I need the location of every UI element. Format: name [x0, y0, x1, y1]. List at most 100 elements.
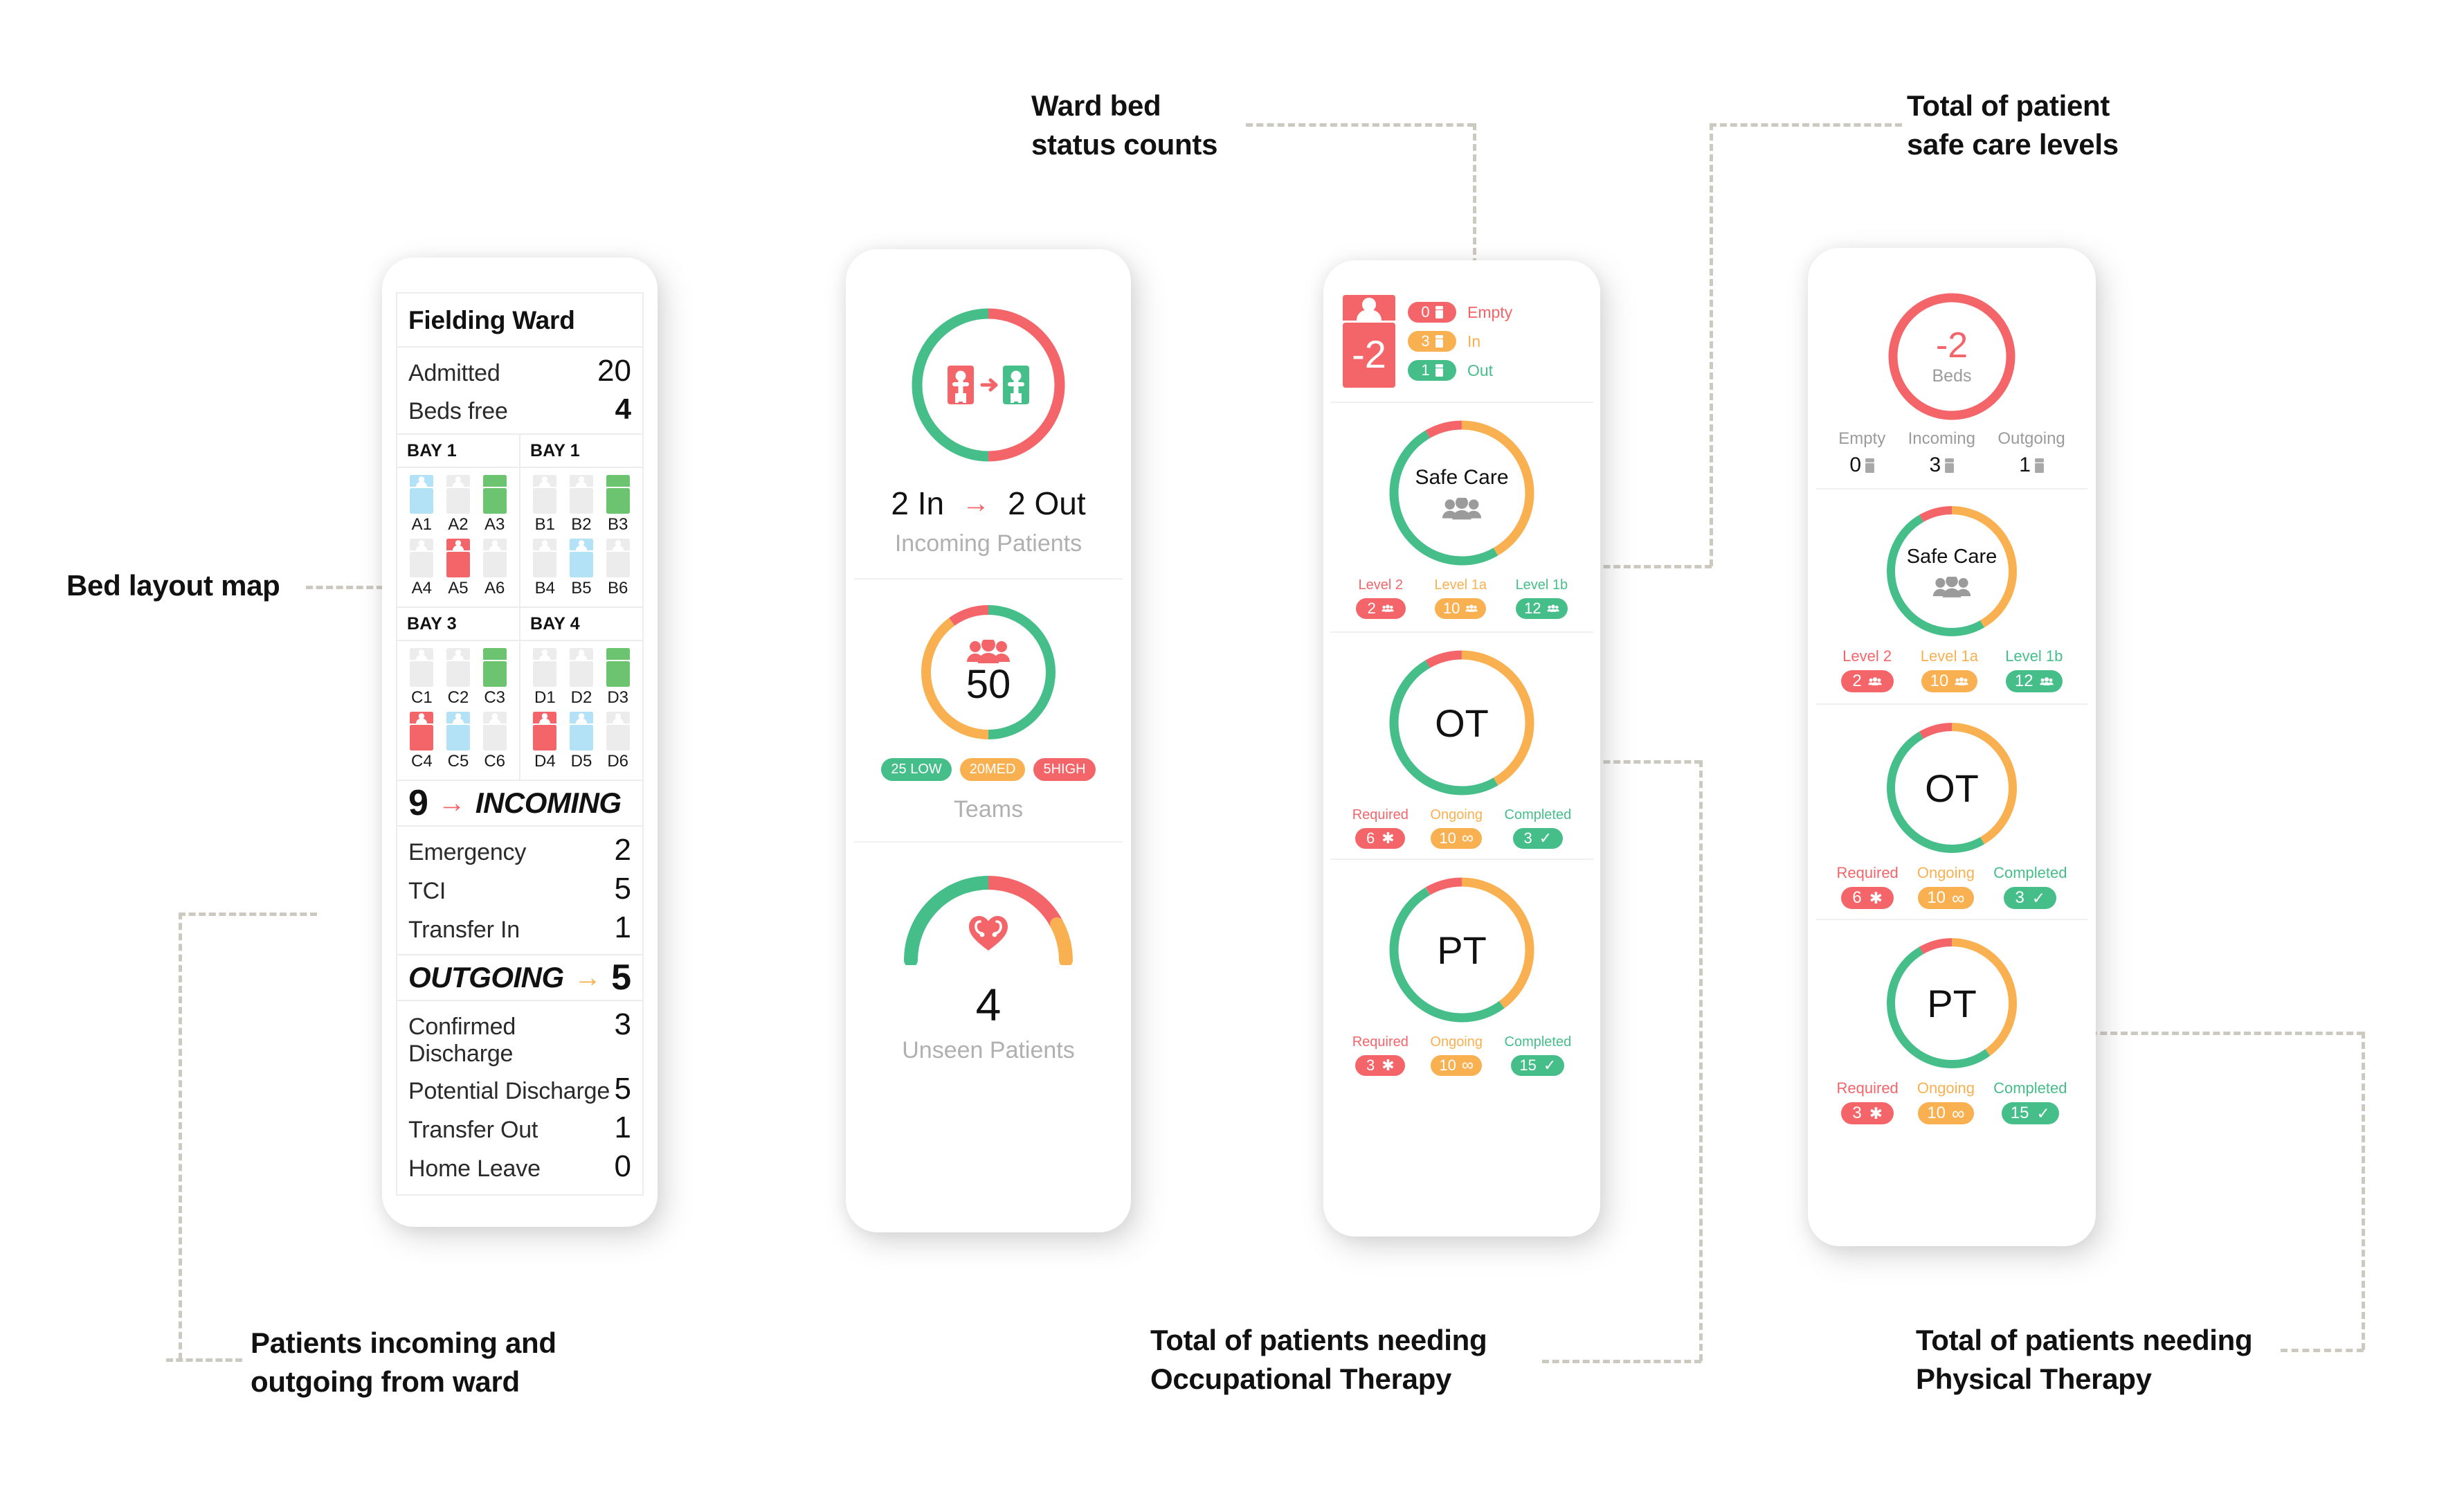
bed-a1[interactable]: A1 [410, 475, 434, 534]
safe-care-widget[interactable]: Safe Care Level 2 2 Level 1a 10 Level 1b… [1816, 489, 2087, 705]
bed-c4[interactable]: C4 [410, 712, 434, 771]
stat-pill[interactable]: 6 ✱ [1841, 887, 1894, 909]
beds-outgoing-group: Outgoing 1 [1998, 429, 2065, 477]
connector-pt-v [2362, 1032, 2365, 1350]
teams-donut: 50 [919, 603, 1058, 741]
status-count: 0 [1421, 303, 1430, 321]
stat-pill[interactable]: 10 ∞ [1918, 1102, 1974, 1124]
bed-a3[interactable]: A3 [482, 475, 507, 534]
bed-deficit-value: -2 [1352, 332, 1386, 376]
level-value: 2 [1367, 600, 1376, 617]
stat-pill[interactable]: 3 ✓ [1512, 828, 1563, 849]
beds-widget[interactable]: -2 Beds Empty 0 Incoming 3 Outgoing 1 [1816, 271, 2087, 489]
panel4-screen: -2 Beds Empty 0 Incoming 3 Outgoing 1 Sa… [1816, 271, 2087, 1228]
bed-b2[interactable]: B2 [569, 475, 593, 534]
bed-a5[interactable]: A5 [446, 539, 470, 598]
teams-value: 50 [966, 662, 1011, 707]
bay-3[interactable]: BAY 3 C1 C2 C3 C4 C5 C6 [397, 608, 519, 780]
level-1b-group: Level 1b 12 [1516, 577, 1568, 619]
bed-c3[interactable]: C3 [482, 648, 507, 708]
outgoing-row-confirmed-discharge: Confirmed Discharge 3 [397, 1005, 642, 1070]
unseen-patients-widget[interactable]: 4 Unseen Patients [854, 843, 1123, 1082]
bed-a4[interactable]: A4 [410, 539, 434, 598]
bed-b5[interactable]: B5 [569, 539, 593, 598]
ot-widget[interactable]: OT Required 6 ✱ Ongoing 10 ∞ Completed 3… [1330, 633, 1593, 860]
connector-incoming-v [179, 913, 182, 1360]
incoming-header[interactable]: 9 → INCOMING [397, 781, 642, 827]
row-label: Home Leave [408, 1156, 541, 1182]
status-pill[interactable]: 3 [1408, 331, 1456, 352]
bed-label: D1 [534, 688, 556, 707]
stat-pill[interactable]: 3 ✱ [1841, 1102, 1894, 1124]
bay-1a[interactable]: BAY 1 A1 A2 A3 A4 A5 A6 [397, 435, 519, 606]
infinity-icon: ∞ [1461, 1056, 1474, 1075]
safe-care-levels: Level 2 2 Level 1a 10 Level 1b 12 [1827, 647, 2076, 692]
ot-title: OT [1925, 766, 1979, 810]
ot-widget[interactable]: OT Required 6 ✱ Ongoing 10 ∞ Completed 3… [1816, 705, 2087, 920]
badge-low[interactable]: 25 LOW [881, 758, 952, 781]
bed-a6[interactable]: A6 [482, 539, 507, 598]
bed-glyph-icon [446, 475, 470, 514]
bed-d6[interactable]: D6 [606, 712, 630, 771]
safe-care-levels: Level 2 2 Level 1a 10 Level 1b 12 [1341, 577, 1582, 619]
bed-b3[interactable]: B3 [606, 475, 630, 534]
bed-label: D3 [607, 688, 628, 707]
stat-pill[interactable]: 3 ✓ [2004, 887, 2057, 909]
bay-4[interactable]: BAY 4 D1 D2 D3 D4 D5 D6 [519, 608, 642, 780]
incoming-patients-widget[interactable]: 2 In → 2 Out Incoming Patients [854, 276, 1123, 579]
bed-c1[interactable]: C1 [410, 648, 434, 708]
bed-c6[interactable]: C6 [482, 712, 507, 771]
status-pill[interactable]: 0 [1408, 302, 1456, 323]
level-pill[interactable]: 10 [1434, 598, 1487, 619]
bed-a2[interactable]: A2 [446, 475, 470, 534]
bed-d5[interactable]: D5 [569, 712, 593, 771]
level-label: Level 2 [1358, 577, 1404, 593]
bed-d3[interactable]: D3 [606, 648, 630, 708]
bed-label: B6 [607, 579, 628, 597]
pt-widget[interactable]: PT Required 3 ✱ Ongoing 10 ∞ Completed 1… [1330, 860, 1593, 1086]
bed-status-widget[interactable]: -2 0 Empty 3 In 1 Out [1330, 278, 1593, 403]
stat-pill[interactable]: 10 ∞ [1918, 887, 1974, 909]
stat-pill[interactable]: 15 ✓ [1511, 1055, 1565, 1076]
bed-d2[interactable]: D2 [569, 648, 593, 708]
teams-widget[interactable]: 50 25 LOW 20MED 5HIGH Teams [854, 579, 1123, 843]
bed-d4[interactable]: D4 [533, 712, 557, 771]
level-pill[interactable]: 2 [1840, 670, 1894, 692]
ot-completed-group: Completed 3 ✓ [1993, 864, 2067, 909]
level-pill[interactable]: 10 [1921, 670, 1978, 692]
bed-d1[interactable]: D1 [533, 648, 557, 708]
bed-c2[interactable]: C2 [446, 648, 470, 708]
stat-pill[interactable]: 10 ∞ [1431, 1055, 1482, 1076]
bed-c5[interactable]: C5 [446, 712, 470, 771]
incoming-count: 9 [408, 783, 428, 823]
bed-glyph-icon [606, 539, 630, 577]
stat-pill[interactable]: 10 ∞ [1431, 828, 1482, 849]
level-pill[interactable]: 12 [1516, 598, 1568, 619]
bed-label: C6 [484, 752, 505, 771]
badge-high[interactable]: 5HIGH [1033, 758, 1096, 781]
safe-care-widget[interactable]: Safe Care Level 2 2 Level 1a 10 Level 1b… [1330, 403, 1593, 633]
bed-label: D6 [607, 752, 628, 771]
status-count: 3 [1421, 332, 1430, 350]
stat-pill[interactable]: 6 ✱ [1355, 828, 1406, 849]
stat-pill[interactable]: 15 ✓ [2001, 1102, 2059, 1124]
bed-b1[interactable]: B1 [533, 475, 557, 534]
stat-pill[interactable]: 3 ✱ [1355, 1055, 1406, 1076]
bed-b6[interactable]: B6 [606, 539, 630, 598]
row-value: 2 [614, 833, 631, 867]
beds-stat-value-wrap: 3 [1929, 453, 1955, 477]
badge-med[interactable]: 20MED [959, 758, 1026, 781]
status-pill[interactable]: 1 [1408, 360, 1456, 381]
level-pill[interactable]: 12 [2005, 670, 2063, 692]
bed-label: A3 [484, 515, 505, 534]
stat-value: 3 [2015, 888, 2024, 907]
bay-1b[interactable]: BAY 1 B1 B2 B3 B4 B5 B6 [519, 435, 642, 606]
bed-glyph-icon [606, 648, 630, 687]
bed-b4[interactable]: B4 [533, 539, 557, 598]
row-label: TCI [408, 878, 446, 904]
beds-stat-value: 3 [1929, 453, 1941, 476]
annotation-total-patient-safe-care: Total of patient safe care levels [1907, 89, 2119, 161]
level-pill[interactable]: 2 [1355, 598, 1406, 619]
outgoing-header[interactable]: OUTGOING → 5 [397, 954, 642, 1001]
pt-widget[interactable]: PT Required 3 ✱ Ongoing 10 ∞ Completed 1… [1816, 920, 2087, 1134]
